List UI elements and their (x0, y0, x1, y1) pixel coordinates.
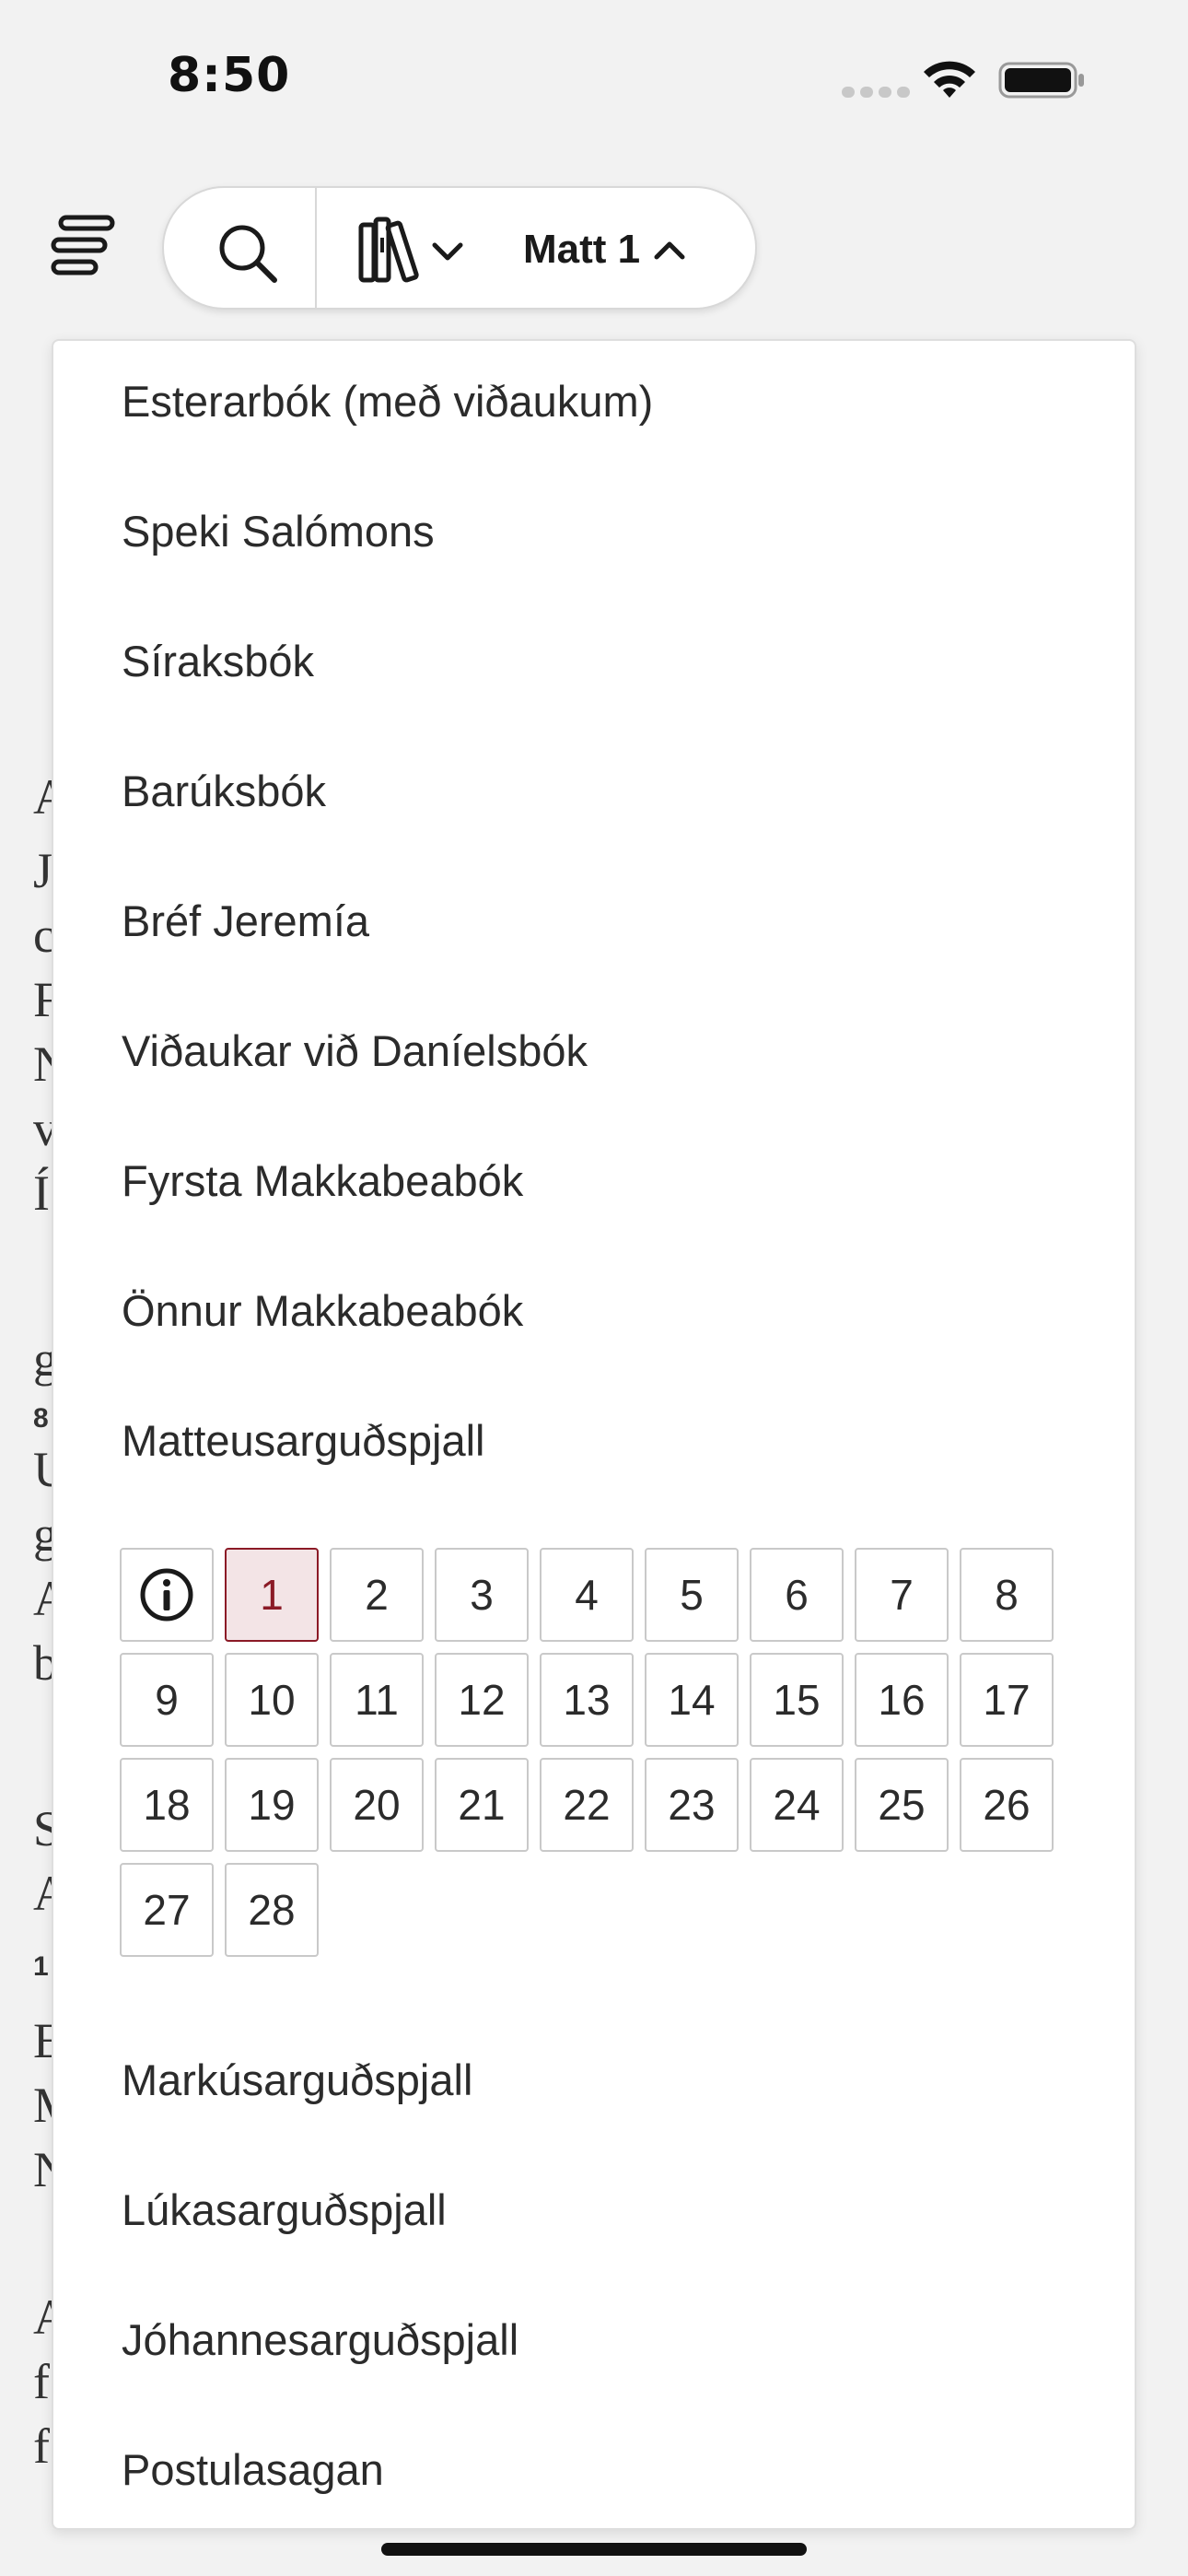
library-books-icon (358, 217, 419, 283)
chevron-down-icon (432, 242, 463, 261)
chapter-button[interactable]: 4 (540, 1548, 634, 1642)
chapter-button[interactable]: 20 (330, 1758, 424, 1852)
navigation-toolbar: Matt 1 (162, 186, 757, 310)
chapter-button[interactable]: 8 (960, 1548, 1054, 1642)
book-info-button[interactable] (120, 1548, 214, 1642)
bg-letter: J (33, 843, 53, 898)
book-item-wisdom-of-solomon[interactable]: Speki Salómons (122, 489, 435, 572)
book-item-acts[interactable]: Postulasagan (122, 2428, 384, 2511)
book-item-sirach[interactable]: Síraksbók (122, 619, 314, 702)
chapter-selector-button[interactable]: Matt 1 (523, 216, 688, 284)
bg-letter: Í (33, 1165, 50, 1221)
book-item-1-maccabees[interactable]: Fyrsta Makkabeabók (122, 1139, 523, 1222)
book-chapter-dropdown: Esterarbók (með viðaukum) Speki Salómons… (52, 339, 1136, 2530)
menu-lines-icon[interactable] (48, 212, 118, 282)
book-item-luke[interactable]: Lúkasarguðspjall (122, 2168, 447, 2251)
cellular-signal-icon (842, 87, 910, 98)
info-icon (140, 1568, 193, 1622)
book-item-letter-of-jeremiah[interactable]: Bréf Jeremía (122, 879, 369, 962)
chevron-up-icon (654, 241, 685, 260)
chapter-button[interactable]: 2 (330, 1548, 424, 1642)
status-time: 8:50 (168, 48, 291, 103)
chapter-button-selected[interactable]: 1 (225, 1548, 319, 1642)
current-chapter-label: Matt 1 (523, 227, 641, 272)
book-item-esther[interactable]: Esterarbók (með viðaukum) (122, 359, 653, 442)
bg-verse-number: 1 (33, 1951, 49, 1982)
bg-letter: f (33, 2354, 50, 2409)
book-item-john[interactable]: Jóhannesarguðspjall (122, 2298, 518, 2381)
book-item-2-maccabees[interactable]: Önnur Makkabeabók (122, 1269, 523, 1352)
chapter-button[interactable]: 5 (645, 1548, 739, 1642)
battery-icon (998, 62, 1084, 99)
chapter-button[interactable]: 27 (120, 1863, 214, 1957)
chapter-button[interactable]: 13 (540, 1653, 634, 1747)
book-item-matthew[interactable]: Matteusarguðspjall (122, 1399, 485, 1481)
chapter-button[interactable]: 10 (225, 1653, 319, 1747)
status-bar: 8:50 (0, 0, 1188, 157)
chapter-button[interactable]: 18 (120, 1758, 214, 1852)
chapter-button[interactable]: 7 (855, 1548, 949, 1642)
wifi-icon (924, 61, 975, 98)
chapter-button[interactable]: 19 (225, 1758, 319, 1852)
chapter-button[interactable]: 17 (960, 1653, 1054, 1747)
chapter-button[interactable]: 26 (960, 1758, 1054, 1852)
home-indicator[interactable] (381, 2543, 807, 2556)
chapter-grid: 1 2 3 4 5 6 7 8 9 10 11 12 13 14 15 16 1… (120, 1548, 1096, 1957)
bg-letter: f (33, 2418, 50, 2474)
book-item-baruch[interactable]: Barúksbók (122, 749, 326, 832)
chapter-button[interactable]: 28 (225, 1863, 319, 1957)
chapter-button[interactable]: 11 (330, 1653, 424, 1747)
chapter-button[interactable]: 6 (750, 1548, 844, 1642)
search-icon[interactable] (215, 221, 280, 286)
library-selector-button[interactable] (355, 214, 475, 287)
chapter-button[interactable]: 16 (855, 1653, 949, 1747)
book-item-mark[interactable]: Markúsarguðspjall (122, 2038, 472, 2121)
chapter-button[interactable]: 12 (435, 1653, 529, 1747)
chapter-button[interactable]: 3 (435, 1548, 529, 1642)
chapter-button[interactable]: 14 (645, 1653, 739, 1747)
chapter-button[interactable]: 21 (435, 1758, 529, 1852)
chapter-button[interactable]: 9 (120, 1653, 214, 1747)
chapter-button[interactable]: 22 (540, 1758, 634, 1852)
chapter-button[interactable]: 15 (750, 1653, 844, 1747)
book-item-additions-to-daniel[interactable]: Viðaukar við Daníelsbók (122, 1009, 588, 1092)
chapter-button[interactable]: 24 (750, 1758, 844, 1852)
chapter-button[interactable]: 23 (645, 1758, 739, 1852)
chapter-button[interactable]: 25 (855, 1758, 949, 1852)
toolbar-divider (315, 188, 317, 308)
